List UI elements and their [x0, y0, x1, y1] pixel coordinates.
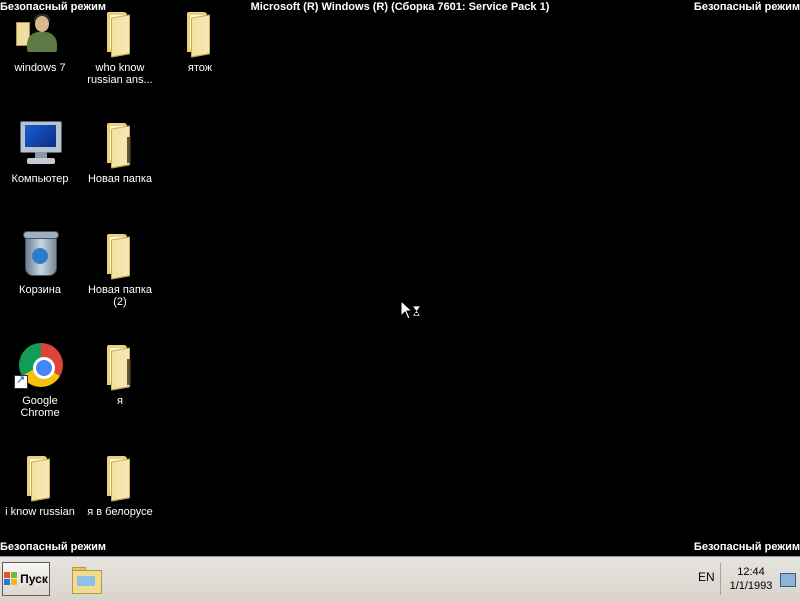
start-button-label: Пуск: [20, 572, 48, 586]
desktop-icon-google-chrome[interactable]: Google Chrome: [0, 341, 80, 419]
folder-icon: [96, 230, 144, 280]
folder-icon: [96, 119, 144, 169]
tray-divider: [720, 563, 721, 595]
taskbar: Пуск EN 12:44 1/1/1993: [0, 556, 800, 601]
shortcut-arrow-icon: [14, 374, 28, 389]
recycle-bin-icon: [16, 230, 64, 280]
safe-mode-label-top-right: Безопасный режим: [693, 1, 800, 13]
desktop-icon-label: я в белорусе: [87, 506, 153, 518]
show-desktop-icon[interactable]: [780, 573, 796, 587]
desktop-icon-label: я: [117, 395, 123, 407]
safe-mode-label-bottom-right: Безопасный режим: [693, 541, 800, 553]
desktop-icon-label: i know russian: [5, 506, 75, 518]
computer-icon: [16, 119, 64, 169]
desktop-icon-ya[interactable]: я: [80, 341, 160, 407]
chrome-icon: [14, 341, 64, 391]
busy-cursor-icon: [400, 300, 421, 320]
language-indicator[interactable]: EN: [698, 570, 715, 584]
taskbar-explorer-button[interactable]: [69, 562, 103, 596]
desktop-icon-label: Новая папка: [87, 173, 153, 185]
desktop-icon-ya-v-beloruse[interactable]: я в белорусе: [80, 452, 160, 518]
folder-icon: [96, 452, 144, 502]
desktop-icon-label: Компьютер: [11, 173, 69, 185]
user-icon: [16, 8, 64, 58]
windows-logo-icon: [4, 572, 18, 586]
safe-mode-label-bottom-left: Безопасный режим: [0, 541, 107, 553]
desktop-icon-label: ятож: [187, 62, 213, 74]
desktop-icon-who-know-russian[interactable]: who know russian ans...: [80, 8, 160, 86]
start-button[interactable]: Пуск: [2, 562, 50, 596]
folder-icon: [96, 8, 144, 58]
desktop-icon-computer[interactable]: Компьютер: [0, 119, 80, 185]
desktop-icon-recycle-bin[interactable]: Корзина: [0, 230, 80, 296]
desktop-icon-i-know-russian[interactable]: i know russian: [0, 452, 80, 518]
clock-time: 12:44: [737, 566, 765, 578]
desktop-icon-label: Новая папка (2): [87, 284, 153, 308]
desktop-icon-yatozh[interactable]: ятож: [160, 8, 240, 74]
system-clock[interactable]: 12:44 1/1/1993: [724, 565, 778, 593]
desktop-icon-label: Корзина: [19, 284, 61, 296]
folder-icon: [96, 341, 144, 391]
folder-icon: [16, 452, 64, 502]
folder-icon: [176, 8, 224, 58]
desktop-icon-new-folder-2[interactable]: Новая папка (2): [80, 230, 160, 308]
desktop-icon-new-folder[interactable]: Новая папка: [80, 119, 160, 185]
desktop-icon-label: windows 7: [14, 62, 66, 74]
desktop-icon-label: who know russian ans...: [87, 62, 153, 86]
desktop-icon-windows-7[interactable]: windows 7: [0, 8, 80, 74]
clock-date: 1/1/1993: [729, 580, 773, 592]
desktop-icon-label: Google Chrome: [20, 395, 60, 419]
